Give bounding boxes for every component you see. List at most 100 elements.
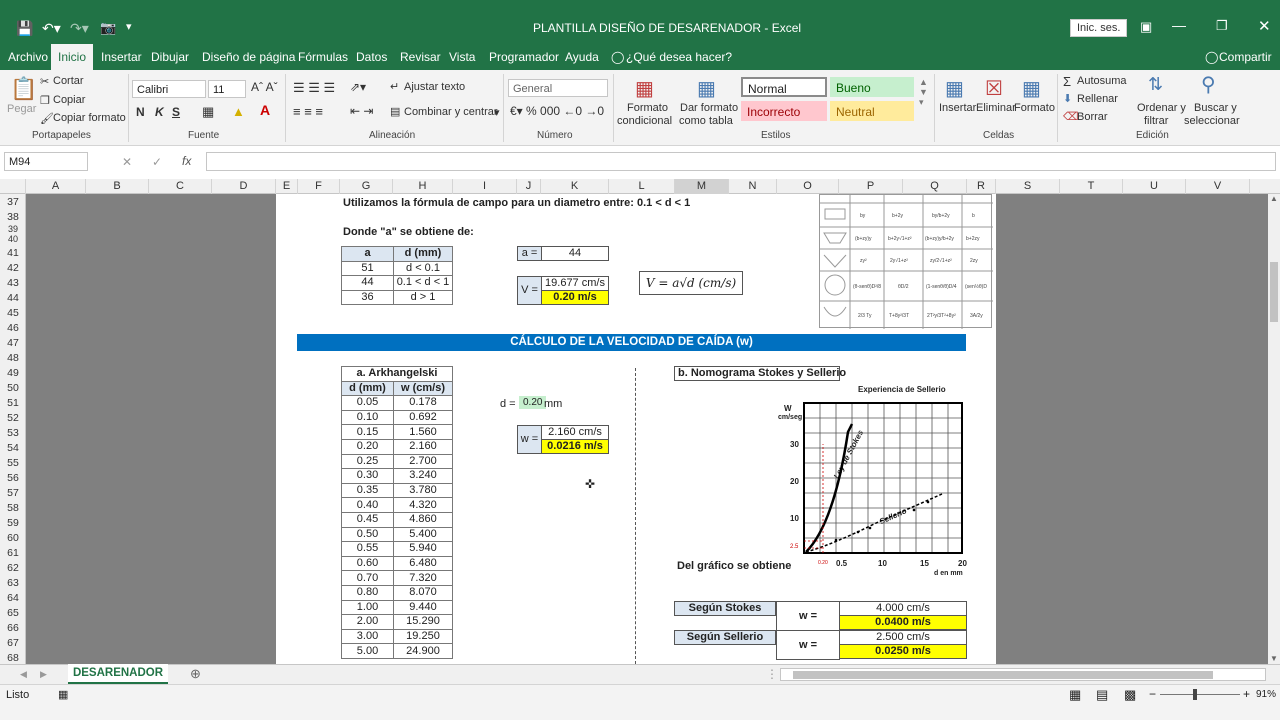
table-header[interactable]: d (mm)	[393, 246, 453, 262]
tab-revisar[interactable]: Revisar	[400, 50, 441, 64]
page-break-view-icon[interactable]: ▩	[1124, 687, 1136, 703]
table-cell[interactable]: 2.700	[393, 453, 453, 470]
table-cell[interactable]: 8.070	[393, 584, 453, 601]
column-header[interactable]: B	[86, 179, 149, 194]
column-header[interactable]: E	[276, 179, 298, 194]
table-cell[interactable]: 0.15	[341, 424, 394, 440]
table-cell[interactable]: d < 0.1	[393, 260, 453, 277]
undo-icon[interactable]: ↶▾	[42, 20, 61, 37]
column-header[interactable]: Q	[903, 179, 967, 194]
tab-ayuda[interactable]: Ayuda	[565, 50, 599, 64]
borders-icon[interactable]: ▦	[202, 104, 214, 120]
table-cell[interactable]: 51	[341, 260, 394, 277]
column-header[interactable]: H	[393, 179, 453, 194]
w-ms-value[interactable]: 0.0216 m/s	[541, 439, 609, 454]
row-header[interactable]: 48	[0, 352, 26, 365]
column-header[interactable]: A	[26, 179, 86, 194]
row-header[interactable]: 64	[0, 592, 26, 605]
table-cell[interactable]: 3.240	[393, 468, 453, 484]
table-header[interactable]: w (cm/s)	[393, 380, 453, 397]
sort-filter-label[interactable]: filtrar	[1144, 115, 1168, 127]
table-cell[interactable]: 19.250	[393, 628, 453, 645]
tab-inicio[interactable]: Inicio	[51, 44, 94, 70]
table-cell[interactable]: d > 1	[393, 289, 453, 306]
table-cell[interactable]: 0.178	[393, 395, 453, 411]
d-value-input[interactable]: 0.20	[519, 396, 547, 409]
styles-scroll-icon[interactable]: ▲ ▼ ▾	[919, 77, 928, 108]
column-header[interactable]: G	[340, 179, 393, 194]
table-cell[interactable]: 0.20	[341, 438, 394, 455]
sellerio-w-label[interactable]: w =	[776, 630, 840, 660]
column-header-selected[interactable]: M	[675, 179, 729, 194]
zoom-slider[interactable]	[1160, 694, 1240, 695]
nomogram-title[interactable]: b. Nomograma Stokes y Sellerio	[674, 366, 846, 381]
row-header[interactable]: 54	[0, 442, 26, 455]
table-cell[interactable]: 4.320	[393, 497, 453, 513]
paste-icon[interactable]: 📋	[10, 76, 37, 102]
horizontal-scrollbar[interactable]	[780, 668, 1266, 681]
column-header[interactable]: P	[839, 179, 903, 194]
scroll-up-icon[interactable]: ▲	[1270, 194, 1278, 203]
tab-archivo[interactable]: Archivo	[8, 50, 48, 64]
column-header[interactable]: S	[996, 179, 1060, 194]
sort-filter-button[interactable]: Ordenar y	[1137, 102, 1186, 114]
font-name-select[interactable]: Calibri	[132, 80, 206, 98]
format-painter-button[interactable]: Copiar formato	[53, 112, 126, 124]
table-cell[interactable]: 1.00	[341, 599, 394, 616]
stokes-w-label[interactable]: w =	[776, 601, 840, 631]
a-label[interactable]: a =	[517, 246, 542, 261]
indent-icon[interactable]: ⇤ ⇥	[350, 104, 373, 118]
column-header[interactable]: O	[777, 179, 839, 194]
v-ms-value[interactable]: 0.20 m/s	[541, 290, 609, 305]
table-cell[interactable]: 3.780	[393, 482, 453, 499]
row-header[interactable]: 45	[0, 307, 26, 320]
delete-cells-button[interactable]: Eliminar	[976, 102, 1016, 114]
stokes-cms-value[interactable]: 4.000 cm/s	[839, 601, 967, 616]
table-cell[interactable]: 0.70	[341, 570, 394, 586]
tab-programador[interactable]: Programador	[489, 50, 559, 64]
section-title[interactable]: CÁLCULO DE LA VELOCIDAD DE CAÍDA (w)	[297, 334, 966, 351]
table-cell[interactable]: 0.10	[341, 409, 394, 426]
fx-icon[interactable]: fx	[182, 154, 191, 168]
style-neutral[interactable]: Neutral	[830, 101, 914, 121]
row-header[interactable]: 67	[0, 637, 26, 650]
row-header[interactable]: 37	[0, 196, 26, 209]
row-header[interactable]: 49	[0, 367, 26, 380]
conditional-format-label[interactable]: condicional	[617, 115, 672, 127]
table-cell[interactable]: 0.55	[341, 541, 394, 557]
insert-cells-button[interactable]: Insertar	[939, 102, 976, 114]
font-color-icon[interactable]: A	[260, 102, 270, 118]
fill-color-icon[interactable]: ▲	[232, 104, 245, 119]
row-header[interactable]: 43	[0, 277, 26, 290]
style-incorrecto[interactable]: Incorrecto	[741, 101, 827, 121]
column-header[interactable]: I	[453, 179, 517, 194]
worksheet-page[interactable]: Utilizamos la fórmula de campo para un d…	[276, 194, 996, 664]
d-label[interactable]: d =	[500, 398, 516, 410]
table-cell[interactable]: 15.290	[393, 614, 453, 630]
row-header[interactable]: 39	[0, 224, 26, 234]
row-header[interactable]: 63	[0, 577, 26, 590]
maximize-icon[interactable]: ❐	[1216, 18, 1228, 34]
page-layout-icon[interactable]: ▤	[1096, 687, 1108, 703]
table-cell[interactable]: 0.80	[341, 584, 394, 601]
table-cell[interactable]: 0.60	[341, 555, 394, 572]
table-cell[interactable]: 0.692	[393, 409, 453, 426]
paste-button[interactable]: Pegar	[7, 103, 36, 115]
orientation-icon[interactable]: ⇗▾	[350, 80, 366, 94]
redo-icon[interactable]: ↷▾	[70, 20, 89, 37]
column-header[interactable]: K	[541, 179, 609, 194]
row-header[interactable]: 46	[0, 322, 26, 335]
zoom-out-icon[interactable]: −	[1149, 687, 1156, 701]
row-header[interactable]: 53	[0, 427, 26, 440]
table-cell[interactable]: 3.00	[341, 628, 394, 645]
row-header[interactable]: 66	[0, 622, 26, 635]
table-cell[interactable]: 0.35	[341, 482, 394, 499]
row-header[interactable]: 38	[0, 211, 26, 224]
prev-sheet-icon[interactable]: ◀	[20, 669, 27, 680]
table-header[interactable]: a	[341, 246, 394, 262]
table-header[interactable]: d (mm)	[341, 380, 394, 397]
w-cms-value[interactable]: 2.160 cm/s	[541, 425, 609, 440]
row-header[interactable]: 60	[0, 532, 26, 545]
table-title[interactable]: a. Arkhangelski	[341, 366, 453, 382]
stokes-label[interactable]: Según Stokes	[674, 601, 776, 616]
